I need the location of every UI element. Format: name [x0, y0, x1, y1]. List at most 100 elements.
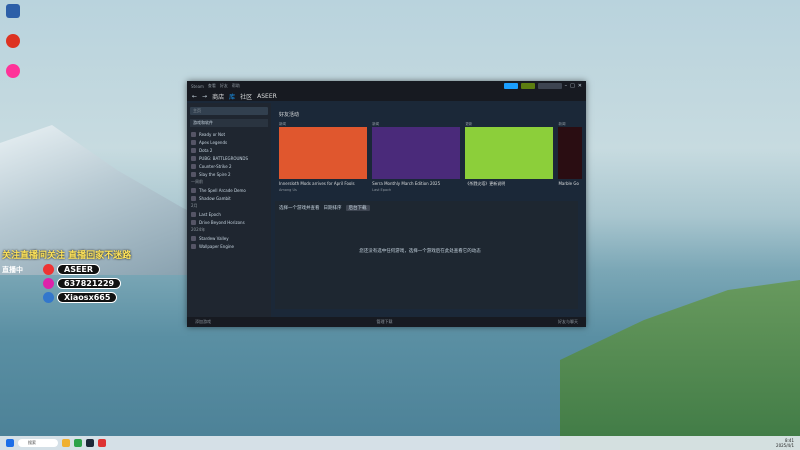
sidebar-game-item[interactable]: Dota 2 — [187, 146, 271, 154]
sidebar-game-item[interactable]: Wallpaper Engine — [187, 242, 271, 250]
sidebar-game-item[interactable]: Counter-Strike 2 — [187, 162, 271, 170]
card-image — [558, 127, 582, 179]
menu-friends[interactable]: 好友 — [220, 83, 228, 89]
promo-handle: ASEER — [57, 264, 101, 275]
menu-help[interactable]: 帮助 — [232, 83, 240, 89]
card-caption: Serra Monthly March Edition 2025 — [372, 181, 441, 186]
announce-button[interactable] — [503, 83, 518, 89]
taskbar-search[interactable]: 搜索 — [18, 439, 58, 447]
library-filter[interactable]: 游戏和软件 — [190, 119, 268, 127]
game-icon — [191, 155, 196, 161]
game-title: Apex Legends — [199, 139, 228, 145]
nav-store[interactable]: 商店 — [212, 92, 224, 101]
card-image — [465, 127, 554, 179]
game-title: Counter-Strike 2 — [199, 163, 232, 169]
system-tray[interactable]: 8:41 2025/4/1 — [776, 438, 794, 448]
app-icon[interactable] — [98, 439, 106, 447]
sidebar-game-item[interactable]: Ready or Not — [187, 130, 271, 138]
add-game-button[interactable]: 添加游戏 — [195, 319, 211, 325]
game-title: The Spell Arcade Demo — [199, 187, 246, 193]
game-icon — [191, 171, 196, 177]
taskbar: 搜索 8:41 2025/4/1 — [0, 436, 800, 450]
status-bar: 添加游戏 管理下载 好友与聊天 — [187, 317, 586, 327]
sort-mode[interactable]: 日期排序 — [324, 205, 342, 211]
game-title: Ready or Not — [199, 131, 226, 137]
library-sidebar: 主页 游戏和软件 Ready or Not Apex Legends Dota 2 P… — [187, 103, 271, 317]
sidebar-game-item[interactable]: Last Epoch — [187, 210, 271, 218]
nav-library[interactable]: 库 — [229, 92, 235, 101]
close-icon[interactable]: ✕ — [578, 83, 582, 89]
browser-icon[interactable] — [74, 439, 82, 447]
start-icon[interactable] — [6, 439, 14, 447]
featured-card[interactable]: 新闻 Innersloth Mods arrives for April Foo… — [279, 122, 368, 192]
sidebar-section-title[interactable]: 2月 — [187, 202, 271, 210]
featured-cards: 新闻 Innersloth Mods arrives for April Foo… — [275, 122, 582, 192]
explorer-icon[interactable] — [62, 439, 70, 447]
promo-label: 直播中 — [2, 265, 23, 274]
sidebar-section-title[interactable]: 一周前 — [187, 178, 271, 186]
card-image — [279, 127, 368, 179]
game-list: Ready or Not Apex Legends Dota 2 PUBG: BATT… — [187, 130, 271, 250]
game-icon — [191, 147, 196, 153]
menu-view[interactable]: 查看 — [208, 83, 216, 89]
card-image — [372, 127, 461, 179]
qq-icon — [43, 278, 54, 289]
app-icon — [6, 34, 20, 48]
sidebar-game-item[interactable]: Stardew Valley — [187, 234, 271, 242]
nav-bar: ← → 商店 库 社区 ASEER — [187, 91, 586, 101]
game-icon — [191, 235, 196, 241]
sidebar-section-title[interactable]: 2024年 — [187, 226, 271, 234]
downloads-button[interactable]: 管理下载 — [377, 319, 393, 325]
featured-card[interactable]: 新闻 Serra Monthly March Edition 2025 Last… — [372, 122, 461, 192]
featured-card[interactable]: 新闻 Marble Go — [558, 122, 582, 192]
download-select[interactable]: 后台下载 — [345, 205, 370, 211]
minimize-icon[interactable]: – — [565, 83, 568, 89]
menu-steam[interactable]: Steam — [191, 84, 204, 89]
maximize-icon[interactable]: □ — [570, 83, 575, 89]
promo-handle: Xiaosx665 — [57, 292, 118, 303]
card-source: Last Epoch — [372, 188, 392, 192]
steam-icon[interactable] — [86, 439, 94, 447]
game-title: Drive Beyond Horizons — [199, 219, 245, 225]
game-icon — [191, 139, 196, 145]
game-icon — [191, 163, 196, 169]
game-icon — [191, 195, 196, 201]
weibo-icon — [43, 264, 54, 275]
game-icon — [191, 219, 196, 225]
library-home-button[interactable]: 主页 — [190, 107, 268, 115]
desktop-icon-2[interactable] — [3, 34, 23, 49]
sidebar-game-item[interactable]: The Spell Arcade Demo — [187, 186, 271, 194]
game-title: Shadow Gambit — [199, 195, 231, 201]
notification-button[interactable] — [520, 83, 535, 89]
featured-title: 好友活动 — [279, 112, 300, 118]
clock-date: 2025/4/1 — [776, 443, 794, 448]
game-title: Last Epoch — [199, 211, 221, 217]
sidebar-game-item[interactable]: Drive Beyond Horizons — [187, 218, 271, 226]
back-icon[interactable]: ← — [192, 93, 197, 100]
desktop-icon-3[interactable] — [3, 64, 23, 79]
card-caption: Innersloth Mods arrives for April Fools — [279, 181, 355, 186]
panel-header: 选择一个游戏并查看 — [279, 206, 320, 211]
activity-panel: 选择一个游戏并查看 日期排序 后台下载 您还没有选中任何游戏，选择一个游戏后在此… — [275, 201, 578, 309]
desktop-icon-1[interactable] — [3, 4, 23, 19]
game-icon — [191, 187, 196, 193]
promo-headline: 关注直播间关注 直播回家不迷路 — [2, 251, 132, 261]
card-caption: 《杀戮尖塔》更新说明 — [465, 181, 506, 186]
featured-card[interactable]: 更新 《杀戮尖塔》更新说明 — [465, 122, 554, 192]
sidebar-game-item[interactable]: Shadow Gambit — [187, 194, 271, 202]
game-icon — [191, 131, 196, 137]
sidebar-game-item[interactable]: Apex Legends — [187, 138, 271, 146]
sidebar-game-item[interactable]: PUBG: BATTLEGROUNDS — [187, 154, 271, 162]
nav-profile[interactable]: ASEER — [257, 93, 277, 100]
account-button[interactable] — [537, 83, 562, 89]
sidebar-game-item[interactable]: Slay the Spire 2 — [187, 170, 271, 178]
promo-row: 637821229 — [2, 278, 142, 289]
nav-community[interactable]: 社区 — [240, 92, 252, 101]
forward-icon[interactable]: → — [202, 93, 207, 100]
steam-window: Steam 查看 好友 帮助 – □ ✕ ← → 商店 库 社区 ASEER 主… — [187, 81, 586, 327]
promo-handle: 637821229 — [57, 278, 122, 289]
friends-chat-button[interactable]: 好友与聊天 — [558, 319, 578, 325]
game-icon — [191, 211, 196, 217]
social-icon — [43, 292, 54, 303]
game-title: PUBG: BATTLEGROUNDS — [199, 155, 249, 161]
